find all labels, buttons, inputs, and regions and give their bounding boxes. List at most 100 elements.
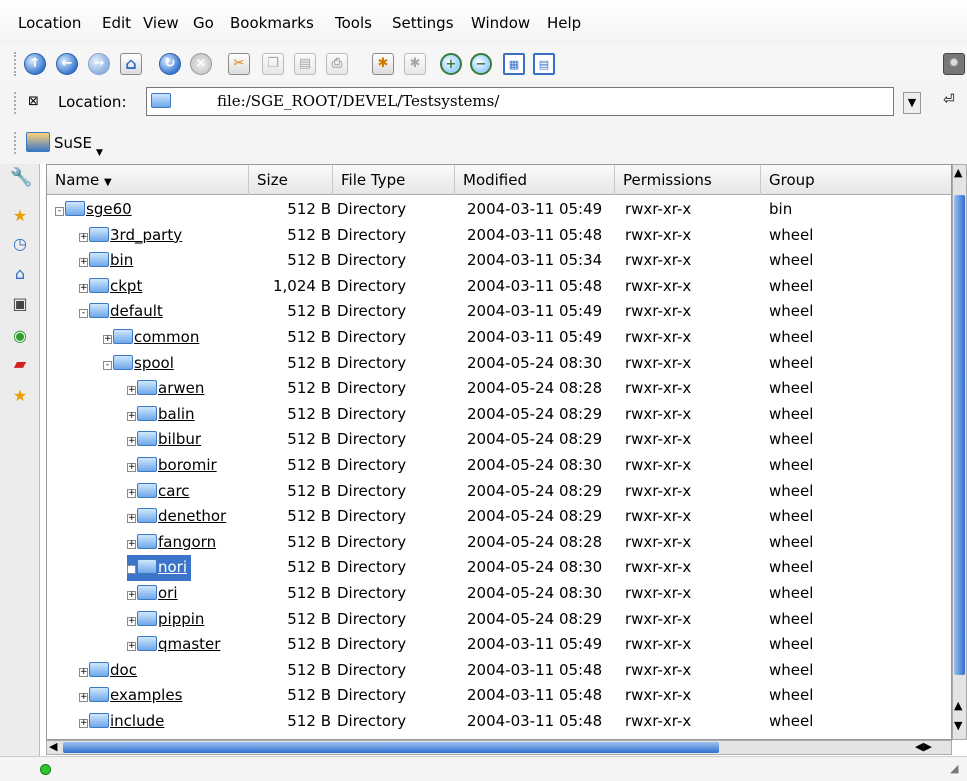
- expand-toggle-icon[interactable]: +: [79, 719, 88, 728]
- file-name-cell[interactable]: + doc: [79, 658, 141, 684]
- print-icon[interactable]: ⎙: [326, 53, 348, 75]
- table-row[interactable]: - default 512 B Directory 2004-03-11 05:49 rw…: [47, 299, 951, 325]
- table-row[interactable]: + pippin 512 B Directory 2004-05-24 08:29 rwx…: [47, 607, 951, 633]
- location-dropdown-button[interactable]: ▼: [903, 92, 921, 114]
- table-row[interactable]: + fangorn 512 B Directory 2004-05-24 08:28 rw…: [47, 530, 951, 556]
- file-name-cell[interactable]: + include: [79, 709, 168, 735]
- table-row[interactable]: +3rd_party 512 B Directory 2004-03-11 05:48…: [47, 223, 951, 249]
- zoom-out-icon[interactable]: −: [470, 53, 492, 75]
- file-name-cell[interactable]: + nori: [127, 555, 192, 581]
- network-icon[interactable]: ▣: [10, 294, 30, 314]
- file-name-cell[interactable]: + pippin: [127, 607, 208, 633]
- file-name-cell[interactable]: + fangorn: [127, 530, 220, 556]
- tree-view-icon[interactable]: ▤: [533, 53, 555, 75]
- expand-toggle-icon[interactable]: +: [127, 411, 136, 421]
- tools-icon[interactable]: 🔧: [10, 168, 32, 188]
- table-row[interactable]: + examples 512 B Directory 2004-03-11 05:48 r…: [47, 683, 951, 709]
- reload-icon[interactable]: ↻: [159, 53, 181, 75]
- location-input[interactable]: file:/SGE_ROOT/DEVEL/Testsystems/: [146, 87, 894, 116]
- bookmark-arrow-icon[interactable]: ▼: [96, 148, 103, 158]
- column-size[interactable]: Size: [249, 165, 333, 195]
- expand-toggle-icon[interactable]: +: [127, 437, 136, 447]
- media-icon[interactable]: ▰: [10, 354, 30, 374]
- home-sidebar-icon[interactable]: ⌂: [10, 264, 30, 284]
- file-list[interactable]: Name ▼ Size File Type Modified Permissio…: [46, 164, 952, 740]
- security-icon[interactable]: ✱: [404, 53, 426, 75]
- file-name-cell[interactable]: + qmaster: [127, 632, 224, 658]
- expand-toggle-icon[interactable]: -: [55, 207, 64, 216]
- expand-toggle-icon[interactable]: +: [127, 488, 136, 498]
- column-group[interactable]: Group: [761, 165, 951, 195]
- go-icon[interactable]: ⏎: [943, 92, 961, 114]
- file-name-cell[interactable]: + carc: [127, 479, 194, 505]
- back-icon[interactable]: ←: [56, 53, 78, 75]
- history-icon[interactable]: ◷: [10, 234, 30, 254]
- vertical-scrollbar[interactable]: ▲ ▲ ▼: [952, 164, 967, 740]
- expand-toggle-icon[interactable]: -: [79, 309, 88, 319]
- table-row[interactable]: + ori 512 B Directory 2004-05-24 08:30 rwxr-x…: [47, 581, 951, 607]
- table-row[interactable]: + qmaster 512 B Directory 2004-03-11 05:49 rw…: [47, 632, 951, 658]
- column-permissions[interactable]: Permissions: [615, 165, 761, 195]
- expand-toggle-icon[interactable]: +: [127, 591, 136, 600]
- file-name-cell[interactable]: + bin: [79, 248, 137, 274]
- copy-icon[interactable]: ❐: [262, 53, 284, 75]
- scroll-up-lower-icon[interactable]: ▲: [954, 699, 962, 712]
- menu-bookmarks[interactable]: Bookmarks: [230, 14, 314, 32]
- expand-toggle-icon[interactable]: +: [79, 283, 88, 293]
- file-name-cell[interactable]: + examples: [79, 683, 186, 709]
- file-name-cell[interactable]: - spool: [103, 351, 178, 377]
- vertical-scroll-thumb[interactable]: [954, 195, 965, 675]
- horizontal-scrollbar[interactable]: ◀ ◀▶: [46, 740, 952, 755]
- resize-grip-icon[interactable]: ◢: [950, 762, 958, 775]
- menu-go[interactable]: Go: [193, 14, 214, 32]
- expand-toggle-icon[interactable]: +: [103, 335, 112, 344]
- menu-settings[interactable]: Settings: [392, 14, 454, 32]
- settings-icon[interactable]: ✱: [372, 53, 394, 75]
- scroll-left-icon[interactable]: ◀: [49, 740, 57, 753]
- table-row[interactable]: + nori 512 B Directory 2004-05-24 08:30 rwxr-…: [47, 555, 951, 581]
- bmbar-grip[interactable]: [14, 132, 18, 154]
- table-row[interactable]: + include 512 B Directory 2004-03-11 05:48 rw…: [47, 709, 951, 735]
- expand-toggle-icon[interactable]: +: [127, 642, 136, 652]
- cut-icon[interactable]: ✂: [228, 53, 250, 75]
- table-row[interactable]: + common 512 B Directory 2004-03-11 05:49 rwx…: [47, 325, 951, 351]
- expand-toggle-icon[interactable]: +: [79, 232, 88, 242]
- bookmark-suse[interactable]: SuSE: [54, 134, 92, 152]
- table-row[interactable]: + ckpt 1,024 B Directory 2004-03-11 05:48 rwx…: [47, 274, 951, 300]
- column-modified[interactable]: Modified: [455, 165, 615, 195]
- zoom-in-icon[interactable]: +: [440, 53, 462, 75]
- table-row[interactable]: - sge60 512 B Directory 2004-03-11 05:49 rwxr…: [47, 197, 951, 223]
- bookmarks-star-icon[interactable]: ★: [10, 206, 30, 226]
- expand-toggle-icon[interactable]: +: [79, 667, 88, 677]
- file-name-cell[interactable]: + boromir: [127, 453, 221, 479]
- forward-icon[interactable]: →: [88, 53, 110, 75]
- expand-toggle-icon[interactable]: +: [79, 693, 88, 703]
- scroll-right-icon[interactable]: ◀▶: [915, 740, 932, 753]
- toolbar-grip[interactable]: [14, 52, 18, 76]
- expand-toggle-icon[interactable]: +: [127, 565, 136, 575]
- table-row[interactable]: + doc 512 B Directory 2004-03-11 05:48 rwxr-x…: [47, 658, 951, 684]
- expand-toggle-icon[interactable]: +: [127, 463, 136, 472]
- file-name-cell[interactable]: - default: [79, 299, 167, 325]
- up-icon[interactable]: ↑: [24, 53, 46, 75]
- file-name-cell[interactable]: + ori: [127, 581, 182, 607]
- expand-toggle-icon[interactable]: -: [103, 360, 112, 370]
- file-name-cell[interactable]: +3rd_party: [79, 223, 186, 249]
- expand-toggle-icon[interactable]: +: [79, 258, 88, 268]
- horizontal-scroll-thumb[interactable]: [63, 742, 719, 753]
- services-icon[interactable]: ◉: [10, 326, 30, 346]
- file-name-cell[interactable]: + arwen: [127, 376, 208, 402]
- paste-icon[interactable]: ▤: [294, 53, 316, 75]
- column-name[interactable]: Name ▼: [47, 165, 249, 195]
- table-row[interactable]: + balin 512 B Directory 2004-05-24 08:29 rwxr…: [47, 402, 951, 428]
- menu-window[interactable]: Window: [471, 14, 530, 32]
- table-row[interactable]: - spool 512 B Directory 2004-05-24 08:30 rwxr…: [47, 351, 951, 377]
- column-type[interactable]: File Type: [333, 165, 455, 195]
- home-icon[interactable]: ⌂: [120, 53, 142, 75]
- scroll-up-icon[interactable]: ▲: [954, 166, 962, 179]
- scroll-down-icon[interactable]: ▼: [954, 719, 962, 732]
- file-name-cell[interactable]: + ckpt: [79, 274, 146, 300]
- expand-toggle-icon[interactable]: +: [127, 616, 136, 626]
- table-row[interactable]: + denethor 512 B Directory 2004-05-24 08:29 r…: [47, 504, 951, 530]
- table-row[interactable]: + carc 512 B Directory 2004-05-24 08:29 rwxr-…: [47, 479, 951, 505]
